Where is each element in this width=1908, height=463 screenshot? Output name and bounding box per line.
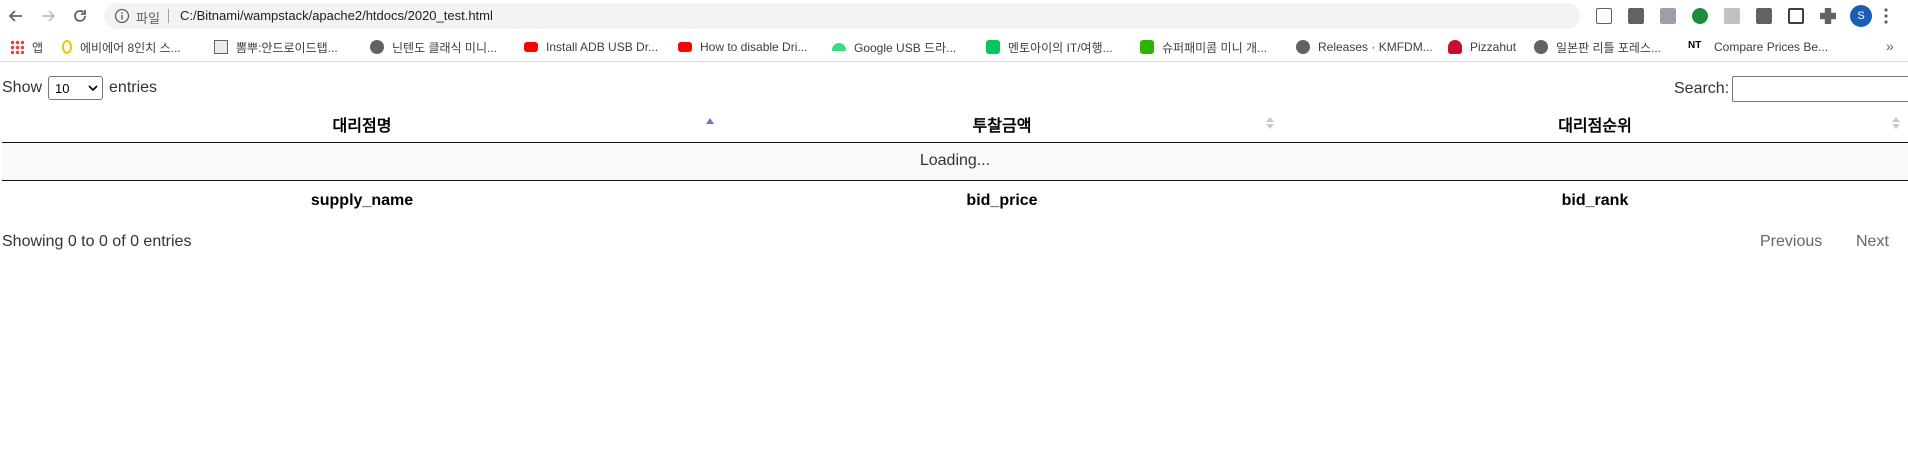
table-info: Showing 0 to 0 of 0 entries — [2, 233, 192, 250]
column-header-label: 대리점명 — [332, 117, 392, 135]
reload-button[interactable] — [68, 4, 92, 28]
chevron-down-icon — [88, 85, 98, 91]
globe-icon — [1534, 40, 1548, 54]
url-text[interactable]: C:/Bitnami/wampstack/apache2/htdocs/2020… — [180, 8, 493, 23]
footer-bid-rank: bid_rank — [1282, 179, 1908, 222]
data-table: 대리점명 투찰금액 대리점순위 Loading... supply_name b… — [2, 106, 1908, 222]
column-header-bid-rank[interactable]: 대리점순위 — [1282, 106, 1908, 143]
forward-arrow-icon — [42, 10, 56, 22]
bookmarks-overflow-icon[interactable]: » — [1886, 38, 1894, 54]
bookmark-item[interactable]: 에비에어 8인치 스... — [62, 39, 181, 55]
next-button[interactable]: Next — [1856, 233, 1889, 251]
reload-icon — [74, 10, 86, 22]
omnibox-divider — [168, 9, 169, 23]
bookmark-apps[interactable]: 앱 — [10, 39, 43, 55]
bookmarks-bar: 앱 에비에어 8인치 스... 뽐뿌:안드로이드탭... 닌텐도 클래식 미니.… — [0, 32, 1908, 62]
bookmark-label: 일본판 리틀 포레스... — [1556, 40, 1661, 55]
bookmark-label: Install ADB USB Dr... — [546, 40, 659, 54]
globe-icon — [370, 40, 384, 54]
bookmark-label: Google USB 드라... — [854, 40, 957, 55]
apps-grid-icon — [10, 40, 24, 54]
extension-ex-icon[interactable] — [1660, 8, 1676, 24]
bookmark-item[interactable]: Google USB 드라... — [832, 39, 956, 55]
bookmark-item[interactable]: 슈퍼패미콤 미니 개... — [1140, 39, 1267, 55]
search-control: Search: — [1674, 76, 1908, 102]
forward-button[interactable] — [36, 4, 60, 28]
bookmark-item[interactable]: 일본판 리틀 포레스... — [1534, 39, 1661, 55]
extensions-puzzle-icon[interactable] — [1820, 8, 1836, 24]
youtube-icon — [524, 42, 538, 52]
previous-button[interactable]: Previous — [1760, 233, 1822, 251]
table-row: Loading... — [2, 142, 1908, 180]
address-bar[interactable]: 파일 C:/Bitnami/wampstack/apache2/htdocs/2… — [104, 3, 1676, 29]
loading-cell: Loading... — [2, 142, 1908, 180]
browser-toolbar: 파일 C:/Bitnami/wampstack/apache2/htdocs/2… — [0, 0, 1908, 32]
bookmark-label: Releases · KMFDM... — [1318, 40, 1433, 54]
column-header-bid-price[interactable]: 투찰금액 — [722, 106, 1282, 143]
bookmark-icon — [62, 40, 72, 54]
blog-icon — [986, 40, 1000, 54]
extension-s-icon[interactable] — [1756, 8, 1772, 24]
footer-supply-name: supply_name — [2, 179, 722, 222]
search-label: Search: — [1674, 80, 1730, 97]
extension-image-icon[interactable] — [1724, 8, 1740, 24]
entries-length-control: Show 10 entries — [2, 76, 157, 100]
bookmark-item[interactable]: Install ADB USB Dr... — [524, 39, 658, 55]
nt-icon: NT — [1688, 40, 1702, 51]
bookmark-label: How to disable Dri... — [700, 40, 808, 54]
sort-asc-icon — [706, 118, 714, 124]
back-button[interactable] — [4, 4, 28, 28]
bookmark-label: Pizzahut — [1470, 40, 1517, 54]
search-input[interactable] — [1732, 76, 1908, 102]
bookmark-item[interactable]: 닌텐도 클래식 미니... — [370, 39, 497, 55]
back-arrow-icon — [8, 10, 22, 22]
entries-select-value: 10 — [55, 80, 70, 96]
column-header-label: 투찰금액 — [972, 117, 1032, 135]
bookmark-item[interactable]: How to disable Dri... — [678, 39, 807, 55]
bookmark-item[interactable]: Releases · KMFDM... — [1296, 39, 1433, 55]
android-icon — [832, 43, 846, 51]
bookmark-label: 슈퍼패미콤 미니 개... — [1162, 40, 1267, 55]
info-icon[interactable] — [114, 8, 130, 24]
bookmark-label: 멘토아이의 IT/여행... — [1008, 40, 1113, 55]
menu-dots-icon[interactable] — [1884, 8, 1888, 24]
column-header-label: 대리점순위 — [1558, 117, 1632, 135]
bookmark-label: Compare Prices Be... — [1714, 40, 1829, 54]
pizzahut-icon — [1448, 40, 1462, 54]
footer-row: supply_name bid_price bid_rank — [2, 179, 1908, 222]
bookmark-label: 에비에어 8인치 스... — [80, 40, 181, 55]
bookmark-label: 닌텐도 클래식 미니... — [392, 40, 497, 55]
youtube-icon — [678, 42, 692, 52]
extension-a-icon[interactable] — [1692, 8, 1708, 24]
sort-both-icon — [1892, 117, 1900, 129]
bookmark-item[interactable]: NT Compare Prices Be... — [1688, 39, 1828, 55]
bookmark-item[interactable]: 뽐뿌:안드로이드탭... — [214, 39, 338, 55]
length-prefix-label: Show — [2, 79, 43, 96]
chat-icon — [1140, 40, 1154, 54]
site-icon — [214, 40, 228, 54]
extension-alert-icon[interactable] — [1628, 8, 1644, 24]
protocol-label: 파일 — [136, 11, 160, 26]
bookmark-item[interactable]: Pizzahut — [1448, 39, 1516, 55]
column-header-supply-name[interactable]: 대리점명 — [2, 106, 722, 143]
bookmark-item[interactable]: 멘토아이의 IT/여행... — [986, 39, 1113, 55]
entries-select[interactable]: 10 — [48, 76, 104, 100]
extension-screen-icon[interactable] — [1596, 8, 1612, 24]
length-suffix-label: entries — [109, 79, 158, 96]
picture-in-picture-icon[interactable] — [1788, 8, 1804, 24]
sort-both-icon — [1266, 117, 1274, 129]
header-row: 대리점명 투찰금액 대리점순위 — [2, 106, 1908, 143]
globe-icon — [1296, 40, 1310, 54]
bookmark-label: 뽐뿌:안드로이드탭... — [236, 40, 338, 55]
footer-bid-price: bid_price — [722, 179, 1282, 222]
bookmark-label: 앱 — [32, 40, 44, 55]
profile-avatar[interactable]: S — [1850, 5, 1872, 27]
